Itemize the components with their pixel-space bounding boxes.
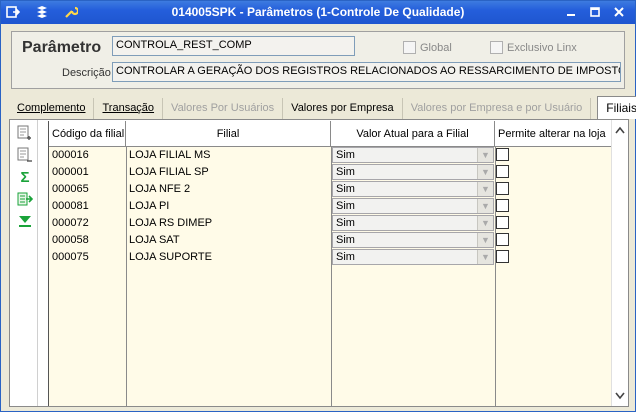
parametro-field[interactable]: CONTROLA_REST_COMP: [112, 36, 355, 56]
valor-select[interactable]: Sim ▼: [332, 232, 494, 248]
header-permite-alterar[interactable]: Permite alterar na loja: [495, 121, 612, 147]
exclusivo-checkbox-group[interactable]: Exclusivo Linx: [490, 41, 577, 54]
minimize-button[interactable]: [562, 4, 580, 20]
cell-filial: LOJA PI: [129, 200, 170, 212]
filiais-content: Σ Código da filial Filial Valor Atual pa…: [9, 119, 629, 407]
permite-checkbox[interactable]: [496, 233, 509, 246]
chevron-down-icon[interactable]: ▼: [477, 250, 493, 264]
permite-checkbox[interactable]: [496, 182, 509, 195]
table-row[interactable]: 000058 LOJA SAT Sim ▼: [49, 232, 612, 249]
scroll-down-icon[interactable]: [612, 388, 628, 404]
cell-filial: LOJA RS DIMEP: [129, 217, 213, 229]
permite-checkbox[interactable]: [496, 148, 509, 161]
vertical-scrollbar[interactable]: [611, 120, 628, 406]
window-title: 014005SPK - Parâmetros (1-Controle De Qu…: [171, 5, 465, 19]
valor-select[interactable]: Sim ▼: [332, 249, 494, 265]
permite-checkbox[interactable]: [496, 250, 509, 263]
maximize-button[interactable]: [586, 4, 604, 20]
table-row[interactable]: 000065 LOJA NFE 2 Sim ▼: [49, 181, 612, 198]
permite-checkbox[interactable]: [496, 216, 509, 229]
cell-filial: LOJA FILIAL MS: [129, 149, 211, 161]
cell-filial: LOJA SAT: [129, 234, 180, 246]
close-button[interactable]: [610, 4, 628, 20]
grid-toolbar: Σ: [10, 120, 38, 406]
grid-header: Código da filial Filial Valor Atual para…: [49, 121, 612, 147]
scroll-up-icon[interactable]: [612, 122, 628, 138]
parameter-header-panel: Parâmetro CONTROLA_REST_COMP Global Excl…: [11, 31, 625, 89]
exclusivo-linx-label: Exclusivo Linx: [507, 41, 577, 54]
sum-icon[interactable]: Σ: [16, 168, 34, 186]
table-row[interactable]: 000001 LOJA FILIAL SP Sim ▼: [49, 164, 612, 181]
cell-codigo: 000065: [52, 183, 89, 195]
exclusivo-linx-checkbox[interactable]: [490, 41, 503, 54]
export-icon[interactable]: [16, 190, 34, 208]
title-bar: 014005SPK - Parâmetros (1-Controle De Qu…: [1, 1, 635, 24]
chevron-down-icon[interactable]: ▼: [477, 233, 493, 247]
cell-codigo: 000072: [52, 217, 89, 229]
cell-codigo: 000016: [52, 149, 89, 161]
add-row-icon[interactable]: [16, 124, 34, 142]
tab-valores-por-usuarios[interactable]: Valores Por Usuários: [163, 98, 284, 119]
chevron-down-icon[interactable]: ▼: [477, 165, 493, 179]
table-row[interactable]: 000016 LOJA FILIAL MS Sim ▼: [49, 147, 612, 164]
table-row[interactable]: 000081 LOJA PI Sim ▼: [49, 198, 612, 215]
descricao-field[interactable]: CONTROLAR A GERAÇÃO DOS REGISTROS RELACI…: [112, 62, 621, 82]
cell-codigo: 000081: [52, 200, 89, 212]
header-filial[interactable]: Filial: [126, 121, 331, 147]
chevron-down-icon[interactable]: ▼: [477, 216, 493, 230]
grid-rows: 000016 LOJA FILIAL MS Sim ▼ 000001 LOJA F…: [49, 147, 612, 266]
valor-select[interactable]: Sim ▼: [332, 147, 494, 163]
descricao-label: Descrição: [62, 67, 111, 79]
cell-codigo: 000001: [52, 166, 89, 178]
chevron-down-icon[interactable]: ▼: [477, 182, 493, 196]
valor-select[interactable]: Sim ▼: [332, 215, 494, 231]
valor-select[interactable]: Sim ▼: [332, 164, 494, 180]
global-label: Global: [420, 41, 452, 54]
header-codigo-filial[interactable]: Código da filial: [49, 121, 126, 147]
tab-strip: Complemento Transação Valores Por Usuári…: [9, 96, 636, 119]
cell-codigo: 000075: [52, 251, 89, 263]
cell-codigo: 000058: [52, 234, 89, 246]
permite-checkbox[interactable]: [496, 165, 509, 178]
table-row[interactable]: 000075 LOJA SUPORTE Sim ▼: [49, 249, 612, 266]
chevron-down-icon[interactable]: ▼: [477, 199, 493, 213]
parametros-window: 014005SPK - Parâmetros (1-Controle De Qu…: [0, 0, 636, 412]
cell-filial: LOJA SUPORTE: [129, 251, 212, 263]
tab-valores-por-empresa-e-usuario[interactable]: Valores por Empresa e por Usuário: [403, 98, 592, 119]
cell-filial: LOJA FILIAL SP: [129, 166, 209, 178]
row-indicator-column: [40, 121, 49, 406]
filter-down-icon[interactable]: [16, 212, 34, 230]
parametro-label: Parâmetro: [22, 39, 102, 56]
tab-transacao[interactable]: Transação: [94, 98, 164, 119]
chevron-down-icon[interactable]: ▼: [477, 148, 493, 162]
permite-checkbox[interactable]: [496, 199, 509, 212]
global-checkbox[interactable]: [403, 41, 416, 54]
table-row[interactable]: 000072 LOJA RS DIMEP Sim ▼: [49, 215, 612, 232]
valor-select[interactable]: Sim ▼: [332, 181, 494, 197]
tab-valores-por-empresa[interactable]: Valores por Empresa: [283, 98, 403, 119]
header-valor-atual[interactable]: Valor Atual para a Filial: [331, 121, 495, 147]
tab-complemento[interactable]: Complemento: [9, 98, 95, 119]
cell-filial: LOJA NFE 2: [129, 183, 191, 195]
tab-filiais[interactable]: Filiais: [597, 96, 636, 119]
filiais-grid: Código da filial Filial Valor Atual para…: [40, 121, 612, 406]
global-checkbox-group[interactable]: Global: [403, 41, 452, 54]
remove-row-icon[interactable]: [16, 146, 34, 164]
valor-select[interactable]: Sim ▼: [332, 198, 494, 214]
